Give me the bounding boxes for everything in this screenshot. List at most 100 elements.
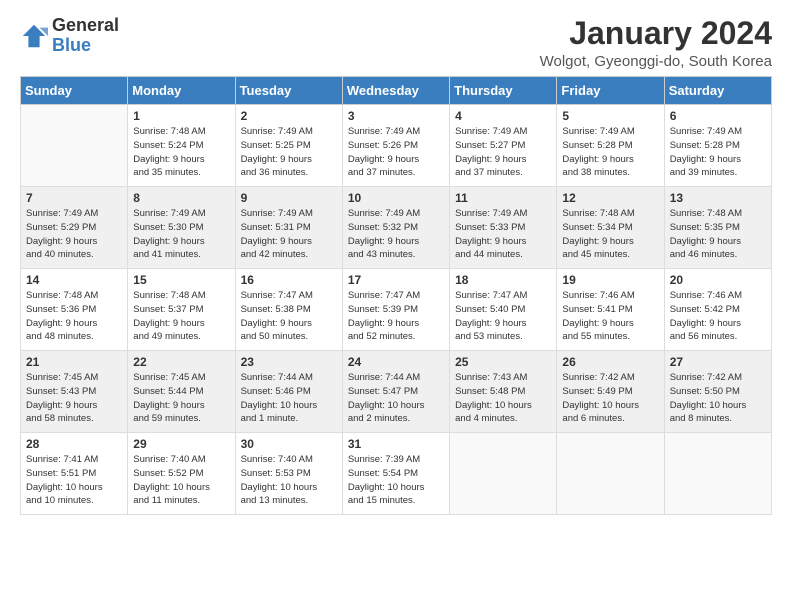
calendar-day-cell: 22Sunrise: 7:45 AMSunset: 5:44 PMDayligh… — [128, 351, 235, 433]
day-info: Sunrise: 7:40 AMSunset: 5:52 PMDaylight:… — [133, 453, 229, 508]
day-info: Sunrise: 7:49 AMSunset: 5:30 PMDaylight:… — [133, 207, 229, 262]
calendar-day-cell: 1 Sunrise: 7:48 AMSunset: 5:24 PMDaylight… — [128, 105, 235, 187]
calendar-day-cell: 12Sunrise: 7:48 AMSunset: 5:34 PMDayligh… — [557, 187, 664, 269]
calendar-day-cell — [557, 433, 664, 515]
day-number: 27 — [670, 355, 766, 369]
day-info: Sunrise: 7:48 AMSunset: 5:34 PMDaylight:… — [562, 207, 658, 262]
header-friday: Friday — [557, 77, 664, 105]
day-number: 11 — [455, 191, 551, 205]
day-info: Sunrise: 7:47 AMSunset: 5:38 PMDaylight:… — [241, 289, 337, 344]
header-wednesday: Wednesday — [342, 77, 449, 105]
calendar-day-cell: 17 Sunrise: 7:47 AMSunset: 5:39 PMDayligh… — [342, 269, 449, 351]
calendar-day-cell: 16 Sunrise: 7:47 AMSunset: 5:38 PMDayligh… — [235, 269, 342, 351]
calendar-week-row: 21Sunrise: 7:45 AMSunset: 5:43 PMDayligh… — [21, 351, 772, 433]
day-info: Sunrise: 7:46 AMSunset: 5:41 PMDaylight:… — [562, 289, 658, 344]
calendar-day-cell: 14 Sunrise: 7:48 AMSunset: 5:36 PMDayligh… — [21, 269, 128, 351]
page: General Blue January 2024 Wolgot, Gyeong… — [0, 0, 792, 531]
day-number: 19 — [562, 273, 658, 287]
header: General Blue January 2024 Wolgot, Gyeong… — [20, 16, 772, 70]
calendar-day-cell: 18 Sunrise: 7:47 AMSunset: 5:40 PMDayligh… — [450, 269, 557, 351]
day-number: 17 — [348, 273, 444, 287]
header-thursday: Thursday — [450, 77, 557, 105]
location: Wolgot, Gyeonggi-do, South Korea — [540, 53, 772, 70]
day-info: Sunrise: 7:47 AMSunset: 5:40 PMDaylight:… — [455, 289, 551, 344]
day-number: 25 — [455, 355, 551, 369]
day-info: Sunrise: 7:40 AMSunset: 5:53 PMDaylight:… — [241, 453, 337, 508]
day-info: Sunrise: 7:44 AMSunset: 5:46 PMDaylight:… — [241, 371, 337, 426]
calendar-day-cell: 8 Sunrise: 7:49 AMSunset: 5:30 PMDaylight… — [128, 187, 235, 269]
header-monday: Monday — [128, 77, 235, 105]
day-number: 1 — [133, 109, 229, 123]
calendar-day-cell — [450, 433, 557, 515]
day-info: Sunrise: 7:49 AMSunset: 5:31 PMDaylight:… — [241, 207, 337, 262]
calendar-day-cell: 25Sunrise: 7:43 AMSunset: 5:48 PMDayligh… — [450, 351, 557, 433]
calendar-day-cell: 10 Sunrise: 7:49 AMSunset: 5:32 PMDayligh… — [342, 187, 449, 269]
day-info: Sunrise: 7:46 AMSunset: 5:42 PMDaylight:… — [670, 289, 766, 344]
calendar-day-cell: 23 Sunrise: 7:44 AMSunset: 5:46 PMDayligh… — [235, 351, 342, 433]
day-info: Sunrise: 7:49 AMSunset: 5:28 PMDaylight:… — [670, 125, 766, 180]
day-number: 7 — [26, 191, 122, 205]
day-number: 30 — [241, 437, 337, 451]
day-info: Sunrise: 7:49 AMSunset: 5:32 PMDaylight:… — [348, 207, 444, 262]
day-info: Sunrise: 7:48 AMSunset: 5:24 PMDaylight:… — [133, 125, 229, 180]
calendar-day-cell: 3Sunrise: 7:49 AMSunset: 5:26 PMDaylight… — [342, 105, 449, 187]
day-number: 9 — [241, 191, 337, 205]
day-info: Sunrise: 7:44 AMSunset: 5:47 PMDaylight:… — [348, 371, 444, 426]
calendar-day-cell: 20 Sunrise: 7:46 AMSunset: 5:42 PMDayligh… — [664, 269, 771, 351]
calendar-day-cell: 7Sunrise: 7:49 AMSunset: 5:29 PMDaylight… — [21, 187, 128, 269]
day-info: Sunrise: 7:49 AMSunset: 5:26 PMDaylight:… — [348, 125, 444, 180]
day-info: Sunrise: 7:49 AMSunset: 5:28 PMDaylight:… — [562, 125, 658, 180]
logo: General Blue — [20, 16, 119, 56]
calendar-day-cell: 28 Sunrise: 7:41 AMSunset: 5:51 PMDayligh… — [21, 433, 128, 515]
day-info: Sunrise: 7:49 AMSunset: 5:27 PMDaylight:… — [455, 125, 551, 180]
day-info: Sunrise: 7:41 AMSunset: 5:51 PMDaylight:… — [26, 453, 122, 508]
header-tuesday: Tuesday — [235, 77, 342, 105]
weekday-header-row: Sunday Monday Tuesday Wednesday Thursday… — [21, 77, 772, 105]
calendar-day-cell: 31Sunrise: 7:39 AMSunset: 5:54 PMDayligh… — [342, 433, 449, 515]
day-number: 23 — [241, 355, 337, 369]
day-number: 26 — [562, 355, 658, 369]
logo-icon — [20, 22, 48, 50]
logo-blue-text: Blue — [52, 36, 119, 56]
day-number: 8 — [133, 191, 229, 205]
calendar-day-cell: 11 Sunrise: 7:49 AMSunset: 5:33 PMDayligh… — [450, 187, 557, 269]
day-info: Sunrise: 7:48 AMSunset: 5:37 PMDaylight:… — [133, 289, 229, 344]
calendar-day-cell: 2Sunrise: 7:49 AMSunset: 5:25 PMDaylight… — [235, 105, 342, 187]
day-number: 5 — [562, 109, 658, 123]
day-number: 21 — [26, 355, 122, 369]
calendar-week-row: 28 Sunrise: 7:41 AMSunset: 5:51 PMDayligh… — [21, 433, 772, 515]
day-number: 14 — [26, 273, 122, 287]
calendar-day-cell — [21, 105, 128, 187]
calendar-day-cell: 5 Sunrise: 7:49 AMSunset: 5:28 PMDaylight… — [557, 105, 664, 187]
day-number: 28 — [26, 437, 122, 451]
calendar-day-cell: 27 Sunrise: 7:42 AMSunset: 5:50 PMDayligh… — [664, 351, 771, 433]
day-info: Sunrise: 7:49 AMSunset: 5:25 PMDaylight:… — [241, 125, 337, 180]
calendar-day-cell: 4Sunrise: 7:49 AMSunset: 5:27 PMDaylight… — [450, 105, 557, 187]
calendar-day-cell: 26 Sunrise: 7:42 AMSunset: 5:49 PMDayligh… — [557, 351, 664, 433]
calendar-week-row: 14 Sunrise: 7:48 AMSunset: 5:36 PMDayligh… — [21, 269, 772, 351]
day-info: Sunrise: 7:48 AMSunset: 5:36 PMDaylight:… — [26, 289, 122, 344]
day-info: Sunrise: 7:42 AMSunset: 5:50 PMDaylight:… — [670, 371, 766, 426]
day-number: 15 — [133, 273, 229, 287]
day-number: 10 — [348, 191, 444, 205]
calendar-week-row: 1 Sunrise: 7:48 AMSunset: 5:24 PMDaylight… — [21, 105, 772, 187]
day-number: 31 — [348, 437, 444, 451]
calendar-week-row: 7Sunrise: 7:49 AMSunset: 5:29 PMDaylight… — [21, 187, 772, 269]
month-title: January 2024 — [540, 16, 772, 51]
day-number: 24 — [348, 355, 444, 369]
day-number: 20 — [670, 273, 766, 287]
calendar-day-cell: 24 Sunrise: 7:44 AMSunset: 5:47 PMDayligh… — [342, 351, 449, 433]
logo-general-text: General — [52, 16, 119, 36]
header-sunday: Sunday — [21, 77, 128, 105]
day-info: Sunrise: 7:49 AMSunset: 5:33 PMDaylight:… — [455, 207, 551, 262]
day-number: 29 — [133, 437, 229, 451]
day-info: Sunrise: 7:45 AMSunset: 5:44 PMDaylight:… — [133, 371, 229, 426]
day-number: 18 — [455, 273, 551, 287]
calendar-day-cell: 13Sunrise: 7:48 AMSunset: 5:35 PMDayligh… — [664, 187, 771, 269]
calendar-day-cell: 15 Sunrise: 7:48 AMSunset: 5:37 PMDayligh… — [128, 269, 235, 351]
day-info: Sunrise: 7:42 AMSunset: 5:49 PMDaylight:… — [562, 371, 658, 426]
calendar-day-cell: 9 Sunrise: 7:49 AMSunset: 5:31 PMDaylight… — [235, 187, 342, 269]
day-number: 16 — [241, 273, 337, 287]
day-info: Sunrise: 7:47 AMSunset: 5:39 PMDaylight:… — [348, 289, 444, 344]
day-number: 6 — [670, 109, 766, 123]
